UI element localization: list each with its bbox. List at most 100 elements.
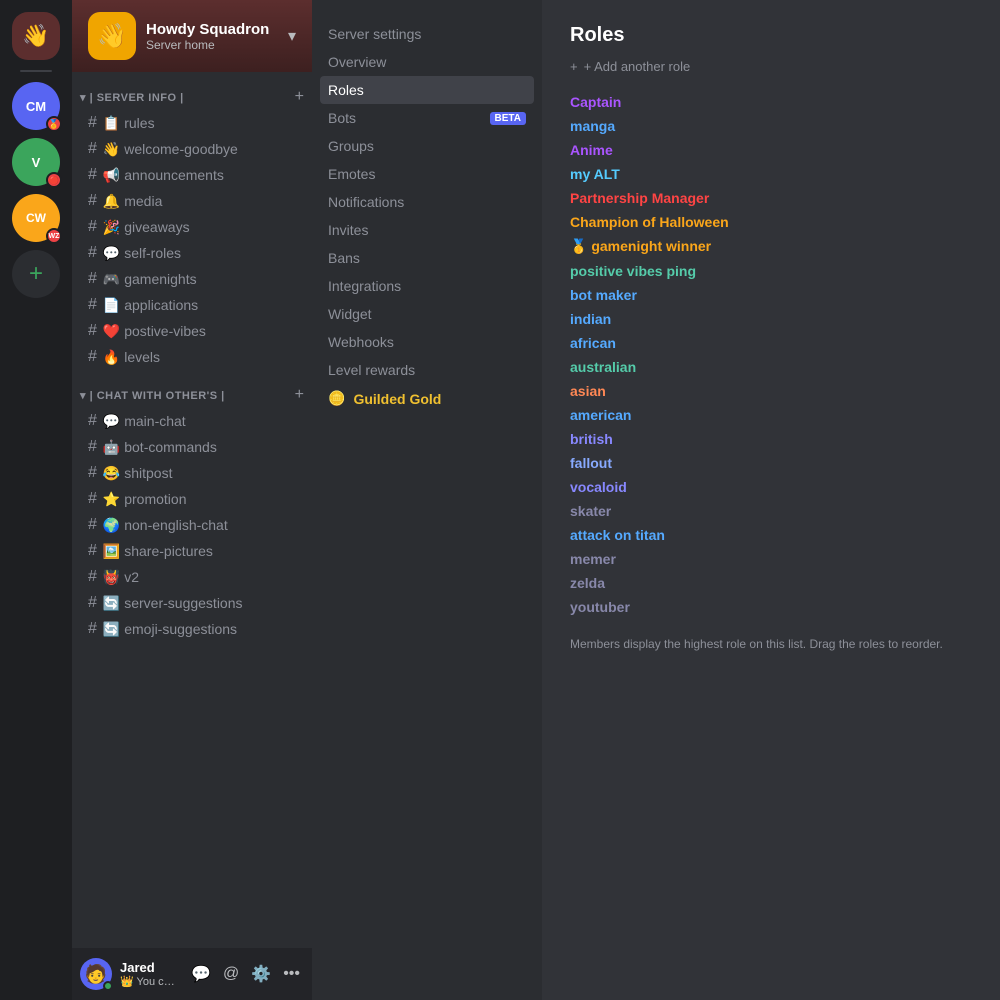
settings-nav-emotes[interactable]: Emotes <box>320 160 534 188</box>
hash-icon: # <box>88 140 97 158</box>
hash-icon: # <box>88 438 97 456</box>
current-server-icon[interactable]: 👋 <box>12 12 60 60</box>
server-logo-emoji: 👋 <box>97 22 127 51</box>
settings-nav-label: Notifications <box>328 194 404 210</box>
channel-media[interactable]: #🔔 media <box>80 188 304 214</box>
role-fallout[interactable]: fallout <box>570 451 972 475</box>
role-my-alt[interactable]: my ALT <box>570 162 972 186</box>
settings-nav-label: Groups <box>328 138 374 154</box>
category-add-button[interactable]: + <box>295 88 304 106</box>
settings-nav-invites[interactable]: Invites <box>320 216 534 244</box>
channel-share-pictures[interactable]: #🖼️ share-pictures <box>80 538 304 564</box>
role-australian[interactable]: australian <box>570 355 972 379</box>
channel-bot-commands[interactable]: #🤖 bot-commands <box>80 434 304 460</box>
server-subtitle: Server home <box>146 38 269 52</box>
settings-nav-bans[interactable]: Bans <box>320 244 534 272</box>
divider <box>20 70 52 72</box>
category-add-button[interactable]: + <box>295 386 304 404</box>
hash-icon: # <box>88 620 97 638</box>
channel-server-suggestions[interactable]: #🔄 server-suggestions <box>80 590 304 616</box>
add-role-button[interactable]: + + Add another role <box>570 59 972 74</box>
settings-nav-overview[interactable]: Overview <box>320 48 534 76</box>
channel-rules[interactable]: #📋 rules <box>80 110 304 136</box>
guilded-gold-label: Guilded Gold <box>353 391 441 407</box>
channel-announcements[interactable]: #📢 announcements <box>80 162 304 188</box>
role-british[interactable]: british <box>570 427 972 451</box>
add-role-label: + Add another role <box>584 59 691 74</box>
channel-emoji-suggestions[interactable]: #🔄 emoji-suggestions <box>80 616 304 642</box>
username: Jared <box>120 960 179 975</box>
role-bot-maker[interactable]: bot maker <box>570 283 972 307</box>
settings-nav-roles[interactable]: Roles <box>320 76 534 104</box>
channel-gamenights[interactable]: #🎮 gamenights <box>80 266 304 292</box>
role-vocaloid[interactable]: vocaloid <box>570 475 972 499</box>
role-anime[interactable]: Anime <box>570 138 972 162</box>
channel-promotion[interactable]: #⭐ promotion <box>80 486 304 512</box>
channel-welcome-goodbye[interactable]: #👋 welcome-goodbye <box>80 136 304 162</box>
server-icon-cm[interactable]: CM 🏅 <box>12 82 60 130</box>
role-positive-vibes-ping[interactable]: positive vibes ping <box>570 259 972 283</box>
guilded-gold-emoji: 🪙 <box>328 390 345 407</box>
role-memer[interactable]: memer <box>570 547 972 571</box>
chevron-down-icon: ▾ <box>288 26 296 46</box>
channel-levels[interactable]: #🔥 levels <box>80 344 304 370</box>
user-avatar: 🧑 <box>80 958 112 990</box>
server-logo: 👋 <box>88 12 136 60</box>
server-icon-label: CM <box>26 99 46 114</box>
role-skater[interactable]: skater <box>570 499 972 523</box>
role-captain[interactable]: Captain <box>570 90 972 114</box>
role-gamenight-winner[interactable]: 🥇 gamenight winner <box>570 234 972 259</box>
role-american[interactable]: american <box>570 403 972 427</box>
channel-v2[interactable]: #👹 v2 <box>80 564 304 590</box>
server-icon-v[interactable]: V 🔴 <box>12 138 60 186</box>
settings-nav: Server settings Overview Roles Bots BETA… <box>312 0 542 1000</box>
channel-applications[interactable]: #📄 applications <box>80 292 304 318</box>
role-youtuber[interactable]: youtuber <box>570 595 972 619</box>
role-manga[interactable]: manga <box>570 114 972 138</box>
role-indian[interactable]: indian <box>570 307 972 331</box>
settings-nav-label: Webhooks <box>328 334 394 350</box>
settings-nav-integrations[interactable]: Integrations <box>320 272 534 300</box>
settings-nav-label: Bans <box>328 250 360 266</box>
settings-nav-widget[interactable]: Widget <box>320 300 534 328</box>
settings-nav-bots[interactable]: Bots BETA <box>320 104 534 132</box>
user-actions: 💬 @ ⚙️ ••• <box>187 960 304 988</box>
guilded-gold-item[interactable]: 🪙 Guilded Gold <box>320 384 534 413</box>
category-server-info[interactable]: ▾ | Server Info | + <box>72 72 312 110</box>
hash-icon: # <box>88 412 97 430</box>
settings-nav-label: Roles <box>328 82 364 98</box>
channel-non-english-chat[interactable]: #🌍 non-english-chat <box>80 512 304 538</box>
chat-button[interactable]: 💬 <box>187 960 215 988</box>
role-attack-on-titan[interactable]: attack on titan <box>570 523 972 547</box>
hash-icon: # <box>88 516 97 534</box>
channel-shitpost[interactable]: #😂 shitpost <box>80 460 304 486</box>
user-area: 🧑 Jared 👑 You come again... 💬 @ ⚙️ ••• <box>72 948 312 1000</box>
settings-nav-server-settings[interactable]: Server settings <box>320 20 534 48</box>
channel-sidebar: 👋 Howdy Squadron Server home ▾ ▾ | Serve… <box>72 0 312 1000</box>
channel-main-chat[interactable]: #💬 main-chat <box>80 408 304 434</box>
channel-postive-vibes[interactable]: #❤️ postive-vibes <box>80 318 304 344</box>
server-icon-cw[interactable]: CW WZ <box>12 194 60 242</box>
settings-button[interactable]: ⚙️ <box>247 960 275 988</box>
settings-nav-groups[interactable]: Groups <box>320 132 534 160</box>
mention-button[interactable]: @ <box>219 960 243 988</box>
settings-nav-notifications[interactable]: Notifications <box>320 188 534 216</box>
settings-nav-label: Level rewards <box>328 362 415 378</box>
role-asian[interactable]: asian <box>570 379 972 403</box>
channel-giveaways[interactable]: #🎉 giveaways <box>80 214 304 240</box>
add-server-button[interactable]: + <box>12 250 60 298</box>
settings-nav-webhooks[interactable]: Webhooks <box>320 328 534 356</box>
hash-icon: # <box>88 594 97 612</box>
roles-panel: Roles + + Add another role Captain manga… <box>542 0 1000 1000</box>
role-zelda[interactable]: zelda <box>570 571 972 595</box>
settings-nav-level-rewards[interactable]: Level rewards <box>320 356 534 384</box>
channel-self-roles[interactable]: #💬 self-roles <box>80 240 304 266</box>
role-partnership-manager[interactable]: Partnership Manager <box>570 186 972 210</box>
role-champion-of-halloween[interactable]: Champion of Halloween <box>570 210 972 234</box>
server-header[interactable]: 👋 Howdy Squadron Server home ▾ <box>72 0 312 72</box>
settings-nav-label: Bots <box>328 110 356 126</box>
main-content: Roles + + Add another role Captain manga… <box>542 0 1000 1000</box>
category-chat[interactable]: ▾ | Chat With other's | + <box>72 370 312 408</box>
more-button[interactable]: ••• <box>279 960 304 988</box>
role-african[interactable]: african <box>570 331 972 355</box>
